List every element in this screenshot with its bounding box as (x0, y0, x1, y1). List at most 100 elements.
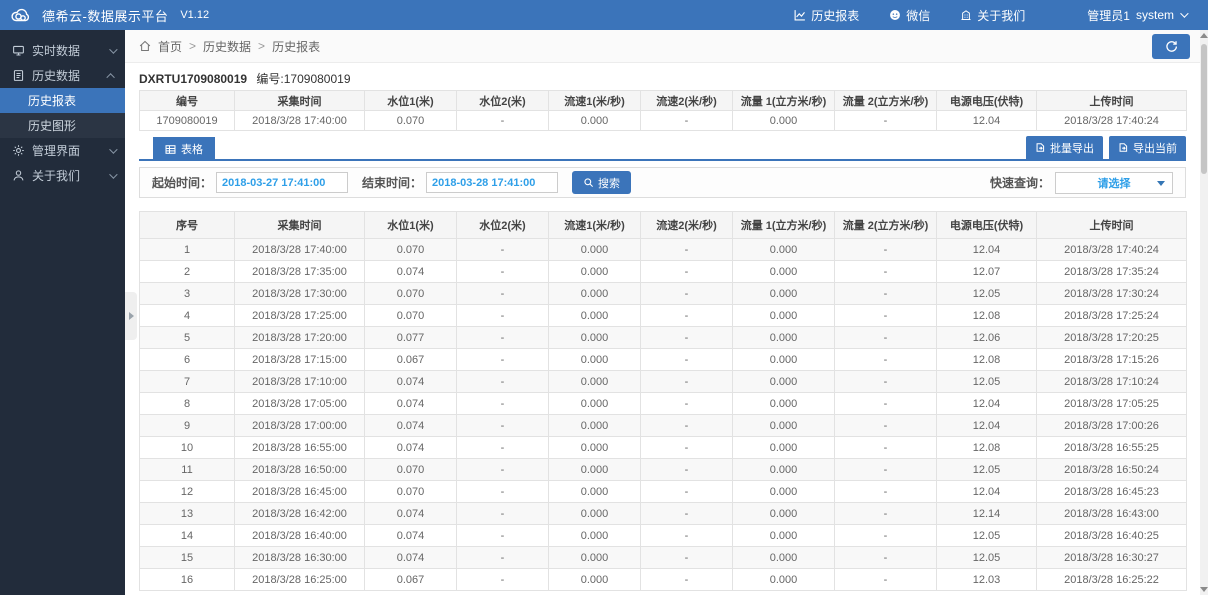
table-cell: - (457, 415, 549, 437)
table-row: 102018/3/28 16:55:000.074-0.000-0.000-12… (140, 437, 1187, 459)
table-cell: - (457, 283, 549, 305)
topnav-about[interactable]: 关于我们 (960, 7, 1025, 24)
table-cell: 0.000 (549, 305, 641, 327)
quick-query-value: 请选择 (1098, 175, 1131, 191)
table-row: 142018/3/28 16:40:000.074-0.000-0.000-12… (140, 525, 1187, 547)
table-cell: 2018/3/28 17:05:25 (1037, 393, 1187, 415)
table-cell: 2018/3/28 16:42:00 (235, 503, 365, 525)
summary-table-wrap: 编号采集时间水位1(米)水位2(米)流速1(米/秒)流速2(米/秒)流量 1(立… (139, 90, 1186, 131)
table-cell: - (641, 547, 733, 569)
table-cell: 14 (140, 525, 235, 547)
table-cell: - (641, 569, 733, 591)
breadcrumb-home[interactable]: 首页 (158, 38, 182, 55)
chevron-down-icon (109, 170, 117, 178)
table-cell: - (641, 349, 733, 371)
table-cell: 8 (140, 393, 235, 415)
table-row: 132018/3/28 16:42:000.074-0.000-0.000-12… (140, 503, 1187, 525)
table-cell: 1709080019 (140, 111, 235, 131)
table-cell: - (835, 547, 937, 569)
export-buttons: 批量导出 导出当前 (1026, 136, 1186, 159)
table-cell: 2018/3/28 17:00:26 (1037, 415, 1187, 437)
tab-table[interactable]: 表格 (153, 137, 215, 161)
user-menu[interactable]: 管理员1 system (1087, 7, 1186, 24)
export-current-button[interactable]: 导出当前 (1109, 136, 1186, 159)
table-cell: 0.000 (549, 393, 641, 415)
table-cell: 2018/3/28 16:43:00 (1037, 503, 1187, 525)
table-cell: - (641, 327, 733, 349)
table-cell: 2018/3/28 17:40:00 (235, 239, 365, 261)
sidebar-item-realtime-data[interactable]: 实时数据 (0, 38, 125, 63)
table-cell: 0.000 (733, 283, 835, 305)
table-cell: - (641, 305, 733, 327)
table-cell: 9 (140, 415, 235, 437)
table-cell: - (835, 415, 937, 437)
sidebar-subitem-history-report[interactable]: 历史报表 (0, 88, 125, 113)
wechat-icon (889, 9, 901, 21)
chevron-down-icon (1157, 181, 1165, 186)
refresh-button[interactable] (1152, 34, 1190, 59)
column-header: 流量 1(立方米/秒) (733, 91, 835, 111)
table-row: 122018/3/28 16:45:000.070-0.000-0.000-12… (140, 481, 1187, 503)
table-cell: - (641, 459, 733, 481)
table-cell: - (457, 349, 549, 371)
sidebar-item-history-data[interactable]: 历史数据 (0, 63, 125, 88)
topnav-wechat[interactable]: 微信 (889, 7, 930, 24)
quick-query-select[interactable]: 请选择 (1055, 172, 1173, 194)
start-time-label: 起始时间： (152, 174, 212, 191)
table-row: 42018/3/28 17:25:000.070-0.000-0.000-12.… (140, 305, 1187, 327)
table-cell: 0.074 (365, 525, 457, 547)
topnav-history-report[interactable]: 历史报表 (794, 7, 859, 24)
table-row: 112018/3/28 16:50:000.070-0.000-0.000-12… (140, 459, 1187, 481)
table-cell: 12.04 (937, 481, 1037, 503)
chevron-down-icon (109, 145, 117, 153)
table-cell: - (835, 327, 937, 349)
table-cell: 0.000 (549, 283, 641, 305)
table-cell: 2018/3/28 17:15:26 (1037, 349, 1187, 371)
table-cell: 0.070 (365, 283, 457, 305)
chevron-right-icon (129, 312, 134, 320)
sidebar-item-about-us[interactable]: 关于我们 (0, 163, 125, 188)
scroll-down-arrow-icon[interactable] (1200, 587, 1208, 592)
tab-row: 表格 批量导出 导出当前 (139, 137, 1186, 161)
table-cell: 12.05 (937, 459, 1037, 481)
table-cell: 0.000 (733, 111, 835, 131)
table-cell: - (641, 239, 733, 261)
table-cell: 12.04 (937, 393, 1037, 415)
table-cell: 2018/3/28 16:50:24 (1037, 459, 1187, 481)
table-cell: - (835, 503, 937, 525)
table-cell: 0.000 (733, 239, 835, 261)
table-cell: 12.05 (937, 283, 1037, 305)
breadcrumb-level1[interactable]: 历史数据 (203, 38, 251, 55)
table-cell: 0.000 (549, 525, 641, 547)
table-cell: - (457, 305, 549, 327)
table-cell: 4 (140, 305, 235, 327)
column-header: 水位2(米) (457, 91, 549, 111)
end-time-input[interactable] (426, 172, 558, 193)
sidebar-item-management[interactable]: 管理界面 (0, 138, 125, 163)
table-cell: - (457, 547, 549, 569)
table-cell: 0.074 (365, 547, 457, 569)
scroll-up-arrow-icon[interactable] (1200, 33, 1208, 38)
filter-panel: 起始时间： 结束时间： 搜索 快速查询： 请选择 (139, 167, 1186, 198)
table-cell: - (641, 371, 733, 393)
sidebar-subitem-history-graph[interactable]: 历史图形 (0, 113, 125, 138)
scrollbar-thumb[interactable] (1201, 44, 1207, 174)
table-cell: - (835, 569, 937, 591)
table-cell: 2018/3/28 16:50:00 (235, 459, 365, 481)
table-cell: 2018/3/28 17:20:25 (1037, 327, 1187, 349)
quick-query-area: 快速查询： 请选择 (990, 172, 1173, 194)
breadcrumb-level2[interactable]: 历史报表 (272, 38, 320, 55)
history-body: 12018/3/28 17:40:000.070-0.000-0.000-12.… (140, 239, 1187, 591)
table-icon (165, 144, 176, 155)
table-cell: 0.000 (733, 371, 835, 393)
search-button[interactable]: 搜索 (572, 171, 631, 194)
start-time-input[interactable] (216, 172, 348, 193)
table-cell: - (457, 503, 549, 525)
vertical-scrollbar[interactable] (1200, 30, 1208, 595)
sidebar: 实时数据 历史数据 历史报表 历史图形 管理界面 关于我们 (0, 30, 125, 595)
batch-export-button[interactable]: 批量导出 (1026, 136, 1103, 159)
table-cell: 0.000 (549, 261, 641, 283)
table-cell: 2018/3/28 16:40:00 (235, 525, 365, 547)
table-cell: 0.000 (733, 503, 835, 525)
sidebar-collapse-handle[interactable] (125, 292, 137, 340)
